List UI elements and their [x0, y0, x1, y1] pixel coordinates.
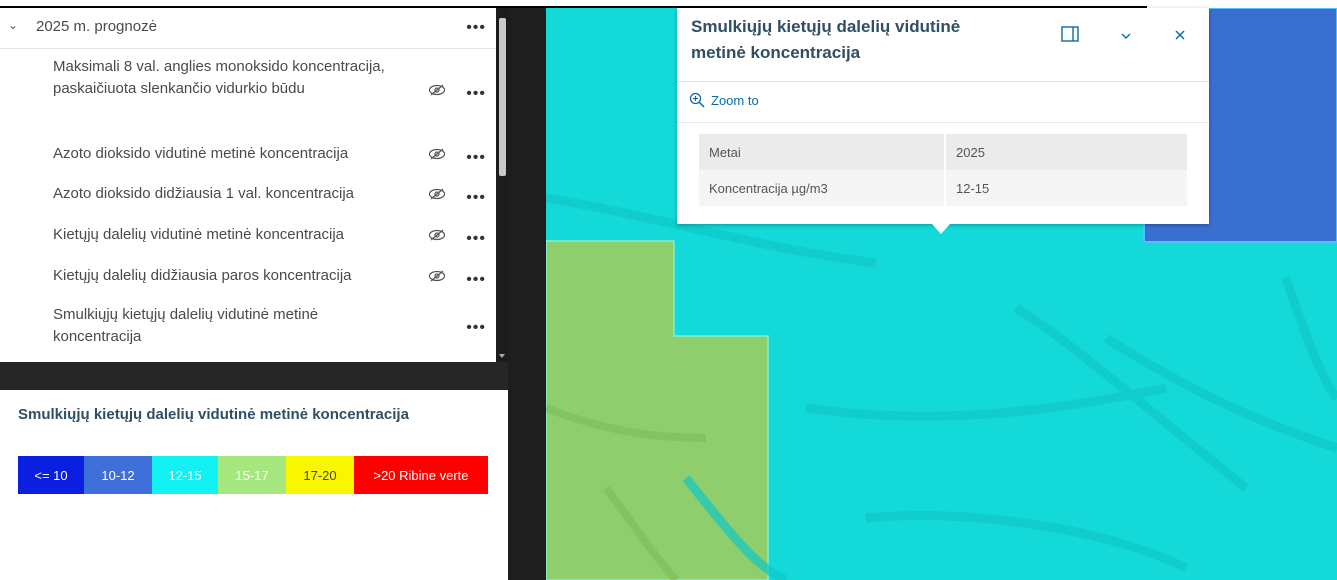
legend-class-2: 12-15: [152, 456, 218, 494]
popup-divider: [677, 81, 1209, 82]
table-row: Metai 2025: [699, 134, 1187, 170]
more-options-icon[interactable]: •••: [466, 86, 486, 102]
zoom-to-label: Zoom to: [711, 92, 759, 108]
more-options-icon[interactable]: •••: [466, 320, 486, 336]
layer-item[interactable]: Azoto dioksido didžiausia 1 val. koncent…: [0, 180, 496, 210]
green-zone: [546, 240, 769, 580]
layer-group-header[interactable]: ⌄ 2025 m. prognozė •••: [0, 8, 496, 49]
layer-item[interactable]: Maksimali 8 val. anglies monoksido konce…: [0, 56, 496, 130]
legend-title: Smulkiųjų kietųjų dalelių vidutinė metin…: [18, 406, 409, 423]
legend-class-5: >20 Ribine verte: [354, 456, 488, 494]
feature-popup: Smulkiųjų kietųjų dalelių vidutinė metin…: [677, 8, 1209, 224]
map-divider: [508, 8, 546, 580]
legend-swatches: <= 10 10-12 12-15 15-17 17-20 >20 Ribine…: [18, 456, 488, 494]
legend-class-1: 10-12: [84, 456, 152, 494]
visibility-off-icon[interactable]: [428, 229, 446, 241]
zoom-to-button[interactable]: Zoom to: [689, 92, 759, 108]
visibility-off-icon[interactable]: [428, 188, 446, 200]
popup-divider: [677, 122, 1209, 123]
table-row: Koncentracija µg/m3 12-15: [699, 170, 1187, 206]
layer-item-label: Smulkiųjų kietųjų dalelių vidutinė metin…: [53, 306, 319, 345]
attribute-field: Koncentracija µg/m3: [699, 170, 946, 206]
layer-item-label: Kietųjų dalelių vidutinė metinė koncentr…: [53, 226, 345, 243]
scrollbar-thumb[interactable]: [499, 18, 506, 176]
legend-class-3: 15-17: [218, 456, 286, 494]
layer-item-label: Azoto dioksido didžiausia 1 val. koncent…: [53, 185, 355, 202]
attribute-value: 2025: [945, 134, 1187, 170]
more-options-icon[interactable]: •••: [466, 231, 486, 247]
panel-separator: [0, 362, 508, 390]
dock-icon[interactable]: [1061, 26, 1079, 45]
scroll-down-arrow-icon[interactable]: [499, 354, 505, 358]
legend-class-4: 17-20: [286, 456, 354, 494]
popup-title: Smulkiųjų kietųjų dalelių vidutinė metin…: [691, 17, 961, 62]
zoom-in-icon: [689, 92, 705, 108]
collapse-chevron-icon[interactable]: [1119, 28, 1133, 44]
legend-panel: Smulkiųjų kietųjų dalelių vidutinė metin…: [0, 390, 508, 580]
layer-item[interactable]: Kietųjų dalelių didžiausia paros koncent…: [0, 262, 496, 292]
top-clipped-strip: [0, 0, 1337, 8]
visibility-off-icon[interactable]: [428, 84, 446, 96]
layer-item[interactable]: Kietųjų dalelių vidutinė metinė koncentr…: [0, 221, 496, 251]
visibility-off-icon[interactable]: [428, 148, 446, 160]
layer-item[interactable]: Smulkiųjų kietųjų dalelių vidutinė metin…: [0, 302, 496, 354]
attribute-field: Metai: [699, 134, 946, 170]
legend-class-0: <= 10: [18, 456, 84, 494]
attribute-table: Metai 2025 Koncentracija µg/m3 12-15: [699, 134, 1187, 206]
more-options-icon[interactable]: •••: [466, 190, 486, 206]
layer-item-label: Kietųjų dalelių didžiausia paros koncent…: [53, 267, 352, 284]
layer-item-label: Maksimali 8 val. anglies monoksido konce…: [53, 58, 385, 97]
layer-item-label: Azoto dioksido vidutinė metinė koncentra…: [53, 145, 349, 162]
visibility-off-icon[interactable]: [428, 270, 446, 282]
more-options-icon[interactable]: •••: [466, 20, 486, 36]
close-icon[interactable]: [1174, 28, 1186, 44]
layer-group-title: 2025 m. prognozė: [36, 18, 157, 35]
more-options-icon[interactable]: •••: [466, 272, 486, 288]
layer-list-panel: ⌄ 2025 m. prognozė ••• Maksimali 8 val. …: [0, 8, 508, 362]
chevron-down-icon[interactable]: ⌄: [8, 18, 18, 32]
scrollbar[interactable]: [496, 8, 508, 362]
more-options-icon[interactable]: •••: [466, 150, 486, 166]
layer-item[interactable]: Azoto dioksido vidutinė metinė koncentra…: [0, 140, 496, 170]
attribute-value: 12-15: [945, 170, 1187, 206]
popup-pointer: [932, 224, 950, 234]
